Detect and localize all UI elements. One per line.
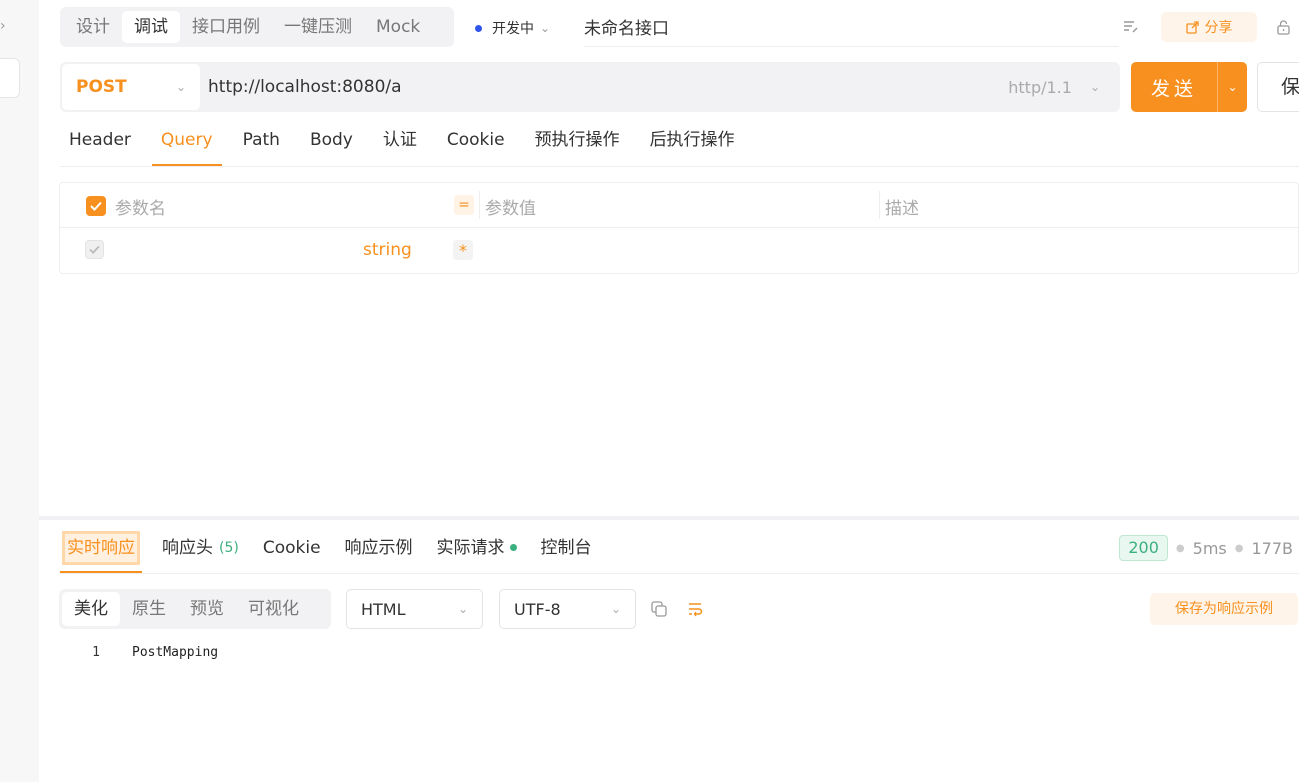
api-name-input[interactable]: 未命名接口: [584, 14, 669, 39]
mode-tabs: 设计 调试 接口用例 一键压测 Mock: [60, 7, 454, 47]
chevron-down-icon: ⌄: [610, 602, 621, 616]
check-icon: [89, 245, 100, 254]
column-header-value: 参数值: [485, 199, 536, 219]
view-tab-raw[interactable]: 原生: [120, 592, 178, 626]
mode-tab-design[interactable]: 设计: [64, 11, 122, 43]
api-name-underline: [584, 46, 1119, 47]
code-line: 1 PostMapping: [39, 645, 218, 660]
mode-tab-mock[interactable]: Mock: [364, 11, 432, 43]
header-actions: 分享: [1121, 12, 1299, 42]
param-type[interactable]: string: [363, 240, 412, 260]
select-all-checkbox[interactable]: [86, 196, 106, 216]
tab-post-script[interactable]: 后执行操作: [641, 118, 744, 166]
line-number: 1: [92, 645, 100, 660]
mode-tab-cases[interactable]: 接口用例: [180, 11, 272, 43]
protocol-value: http/1.1: [1008, 77, 1072, 97]
tab-actual-request-label: 实际请求: [436, 537, 505, 558]
response-panel-divider[interactable]: [39, 516, 1299, 520]
share-icon: [1185, 20, 1199, 34]
wrap-lines-icon[interactable]: [686, 600, 706, 620]
copy-icon[interactable]: [650, 600, 670, 620]
query-params-table: 参数名 = 参数值 描述 string *: [59, 182, 1299, 274]
environment-status-dot: [475, 24, 482, 32]
method-value: POST: [76, 77, 127, 97]
tab-body[interactable]: Body: [301, 118, 362, 166]
table-row: string *: [60, 228, 1298, 273]
left-sidebar-strip: ›: [0, 0, 39, 782]
sidebar-panel-edge: [0, 58, 20, 98]
method-select[interactable]: POST ⌄: [62, 64, 200, 110]
chevron-down-icon: ⌄: [540, 21, 551, 35]
protocol-select[interactable]: http/1.1 ⌄: [1008, 78, 1100, 97]
edit-list-icon[interactable]: [1121, 17, 1141, 37]
tab-auth[interactable]: 认证: [374, 118, 426, 166]
response-headers-count: (5): [219, 539, 239, 556]
chevron-down-icon: ⌄: [457, 602, 468, 616]
tab-header[interactable]: Header: [60, 118, 140, 166]
view-mode-tabs: 美化 原生 预览 可视化: [59, 589, 331, 629]
tab-live-response[interactable]: 实时响应: [60, 522, 142, 573]
row-checkbox[interactable]: [85, 240, 104, 259]
tab-path[interactable]: Path: [234, 118, 289, 166]
chevron-down-icon: ⌄: [175, 80, 186, 94]
url-bar: POST ⌄ http://localhost:8080/a http/1.1 …: [60, 62, 1120, 112]
equals-icon: =: [454, 195, 474, 215]
send-label: 发送: [1150, 77, 1197, 100]
response-meta: 200 ● 5ms ● 177B: [1119, 534, 1293, 562]
tab-response-headers-label: 响应头: [162, 537, 213, 558]
required-marker[interactable]: *: [453, 240, 473, 260]
status-badge: 200: [1119, 535, 1168, 561]
main-panel: 设计 调试 接口用例 一键压测 Mock 开发中 ⌄ 未命名接口 分享 POST…: [39, 0, 1299, 782]
tab-response-headers[interactable]: 响应头 (5): [158, 522, 243, 573]
chevron-down-icon: ⌄: [1089, 80, 1100, 94]
view-tab-pretty[interactable]: 美化: [62, 592, 120, 626]
format-select[interactable]: HTML ⌄: [346, 589, 483, 629]
column-separator: [879, 191, 880, 219]
response-tabs: 实时响应 响应头 (5) Cookie 响应示例 实际请求 控制台: [60, 522, 1299, 574]
environment-selector[interactable]: 开发中 ⌄: [475, 16, 550, 40]
environment-label: 开发中: [492, 21, 534, 37]
save-as-example-button[interactable]: 保存为响应示例: [1150, 593, 1298, 625]
line-content: PostMapping: [132, 645, 219, 660]
tab-query[interactable]: Query: [151, 118, 222, 166]
format-value: HTML: [361, 599, 406, 619]
tab-response-cookie[interactable]: Cookie: [259, 522, 325, 573]
view-tab-visualize[interactable]: 可视化: [236, 592, 311, 626]
separator-dot: ●: [1234, 542, 1244, 554]
lock-icon[interactable]: [1273, 17, 1293, 37]
tab-console[interactable]: 控制台: [537, 522, 596, 573]
tab-response-examples[interactable]: 响应示例: [341, 522, 417, 573]
request-tabs: Header Query Path Body 认证 Cookie 预执行操作 后…: [60, 118, 1299, 167]
tab-pre-script[interactable]: 预执行操作: [526, 118, 629, 166]
column-separator: [479, 191, 480, 219]
url-input[interactable]: http://localhost:8080/a: [208, 77, 1008, 97]
share-label: 分享: [1204, 20, 1233, 36]
encoding-value: UTF-8: [514, 599, 561, 619]
mode-tab-stress-test[interactable]: 一键压测: [272, 11, 364, 43]
check-icon: [90, 201, 102, 211]
send-button[interactable]: 发送 ⌄: [1131, 62, 1247, 112]
separator-dot: ●: [1175, 542, 1185, 554]
save-button[interactable]: 保: [1257, 62, 1299, 112]
column-header-description: 描述: [885, 199, 919, 219]
tab-live-response-label: 实时响应: [62, 530, 140, 565]
mode-tab-debug[interactable]: 调试: [122, 11, 180, 43]
share-button[interactable]: 分享: [1161, 12, 1257, 42]
encoding-select[interactable]: UTF-8 ⌄: [499, 589, 636, 629]
table-header-row: 参数名 = 参数值 描述: [60, 183, 1298, 228]
send-dropdown-chevron-icon[interactable]: ⌄: [1218, 80, 1247, 94]
tab-actual-request[interactable]: 实际请求: [433, 522, 521, 573]
column-header-name: 参数名: [115, 199, 166, 219]
view-tab-preview[interactable]: 预览: [178, 592, 236, 626]
tab-cookie[interactable]: Cookie: [438, 118, 514, 166]
collapse-chevron-icon[interactable]: ›: [0, 18, 6, 34]
status-dot: [509, 544, 517, 551]
response-size: 177B: [1251, 538, 1293, 558]
response-time: 5ms: [1192, 538, 1227, 558]
